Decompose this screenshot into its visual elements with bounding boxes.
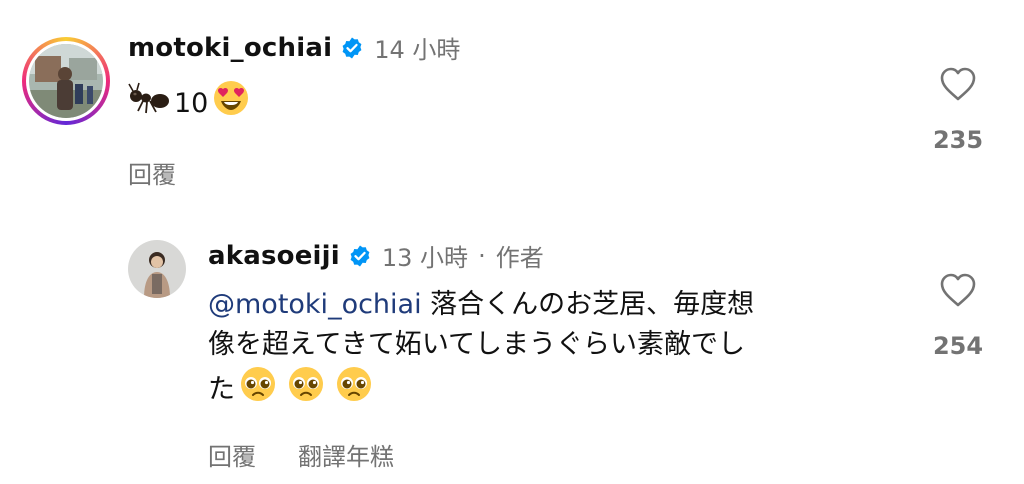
verified-badge-icon: [348, 244, 372, 268]
like-column: 235: [918, 66, 998, 154]
separator-dot: ·: [478, 241, 486, 270]
comment-text-line-2: 像を超えてきて妬いてしまうぐらい素敵でし: [208, 329, 746, 360]
pleading-face-emoji: [239, 365, 277, 415]
comment-number: 10: [174, 88, 209, 119]
mention-link[interactable]: @motoki_ochiai: [208, 289, 422, 320]
comment-header: akasoeiji 13 小時 · 作者: [208, 238, 888, 273]
author-badge: 作者: [495, 244, 544, 272]
comment-header: motoki_ochiai 14 小時: [128, 30, 460, 65]
comment-time: 14 小時: [374, 36, 461, 64]
comment-text: 10: [128, 79, 460, 129]
like-count: 235: [932, 126, 984, 154]
reply-button[interactable]: 回覆: [128, 155, 176, 190]
username[interactable]: motoki_ochiai: [128, 33, 332, 63]
heart-outline-icon[interactable]: [938, 272, 978, 312]
comment-akasoeiji: akasoeiji 13 小時 · 作者 @motoki_ochiai 落合くん…: [208, 238, 888, 472]
reply-button[interactable]: 回覆: [208, 437, 256, 472]
heart-eyes-emoji: [212, 79, 250, 129]
comment-text-line-3: た: [208, 374, 235, 405]
comment-actions: 回覆: [128, 155, 460, 190]
avatar: [29, 44, 103, 118]
translate-button[interactable]: 翻譯年糕: [298, 437, 394, 472]
like-count: 254: [932, 332, 984, 360]
username[interactable]: akasoeiji: [208, 241, 340, 271]
comment-text: @motoki_ochiai 落合くんのお芝居、毎度想 像を超えてきて妬いてしま…: [208, 285, 888, 415]
verified-badge-icon: [340, 36, 364, 60]
avatar-story-ring[interactable]: [22, 37, 110, 125]
pleading-face-emoji: [287, 365, 325, 415]
pleading-face-emoji: [335, 365, 373, 415]
comment-time: 13 小時: [381, 244, 469, 272]
comment-actions: 回覆 翻譯年糕: [208, 437, 888, 472]
avatar[interactable]: [128, 240, 186, 298]
comment-motoki: motoki_ochiai 14 小時 10 回覆: [128, 30, 460, 190]
ant-emoji: [128, 81, 172, 127]
heart-outline-icon[interactable]: [938, 66, 978, 106]
like-column: 254: [918, 272, 998, 360]
comment-text-line-1: 落合くんのお芝居、毎度想: [421, 289, 755, 320]
